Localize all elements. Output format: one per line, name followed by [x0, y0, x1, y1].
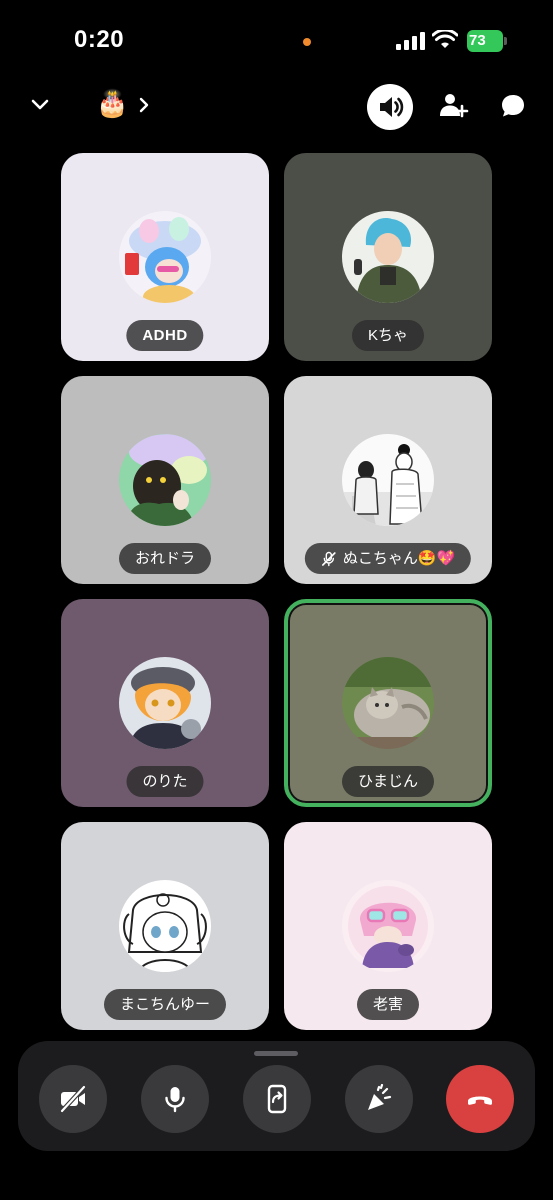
- avatar: [119, 657, 211, 749]
- recording-indicator: [303, 38, 311, 46]
- camera-off-icon: [59, 1084, 87, 1114]
- participant-name: のりた: [126, 766, 204, 797]
- chevron-down-icon[interactable]: [28, 92, 52, 116]
- avatar: [342, 211, 434, 303]
- soundboard-button[interactable]: [345, 1065, 413, 1133]
- drawer-handle[interactable]: [254, 1051, 298, 1056]
- participant-tile[interactable]: 老害: [284, 822, 492, 1030]
- participant-tile[interactable]: ぬこちゃん🤩💖: [284, 376, 492, 584]
- participant-name: ADHD: [126, 320, 204, 351]
- participant-name: まこちんゆー: [103, 989, 227, 1020]
- chevron-right-icon[interactable]: [136, 93, 152, 117]
- screen-share-icon: [267, 1084, 287, 1114]
- participant-name: おれドラ: [118, 543, 212, 574]
- avatar: [119, 434, 211, 526]
- avatar: [342, 880, 434, 972]
- participant-tile[interactable]: Kちゃ: [284, 153, 492, 361]
- participant-tile[interactable]: おれドラ: [61, 376, 269, 584]
- microphone-button[interactable]: [141, 1065, 209, 1133]
- clock: 0:20: [74, 26, 125, 53]
- participant-tile[interactable]: ADHD: [61, 153, 269, 361]
- avatar: [342, 434, 434, 526]
- chat-icon[interactable]: [499, 92, 527, 120]
- soundboard-icon: [368, 1084, 392, 1110]
- cellular-signal-icon: [396, 32, 426, 50]
- avatar: [119, 880, 211, 972]
- battery-icon: 73: [467, 30, 507, 52]
- battery-level: 73: [469, 32, 486, 49]
- mic-muted-icon: [322, 551, 336, 566]
- end-call-icon: [468, 1096, 492, 1105]
- participant-tile[interactable]: のりた: [61, 599, 269, 807]
- end-call-button[interactable]: [446, 1065, 514, 1133]
- microphone-icon: [165, 1087, 185, 1113]
- status-bar: 0:20 73: [0, 0, 553, 80]
- participant-name: Kちゃ: [351, 320, 425, 351]
- avatar: [342, 657, 434, 749]
- participant-name: ひまじん: [341, 766, 435, 797]
- speaker-button[interactable]: [367, 84, 413, 130]
- wifi-icon: [432, 30, 458, 48]
- participant-name: 老害: [356, 989, 420, 1020]
- add-user-icon[interactable]: [437, 90, 469, 122]
- camera-toggle-button[interactable]: [39, 1065, 107, 1133]
- speaker-icon: [380, 97, 404, 117]
- participant-tile[interactable]: まこちんゆー: [61, 822, 269, 1030]
- call-controls: [18, 1041, 535, 1151]
- avatar: [119, 211, 211, 303]
- participant-tile-speaking[interactable]: ひまじん: [284, 599, 492, 807]
- call-header: 🎂: [0, 80, 553, 136]
- participant-name-text: ぬこちゃん🤩💖: [342, 550, 456, 567]
- screen-share-button[interactable]: [243, 1065, 311, 1133]
- participant-name: ぬこちゃん🤩💖: [304, 543, 472, 574]
- channel-emoji[interactable]: 🎂: [96, 88, 128, 119]
